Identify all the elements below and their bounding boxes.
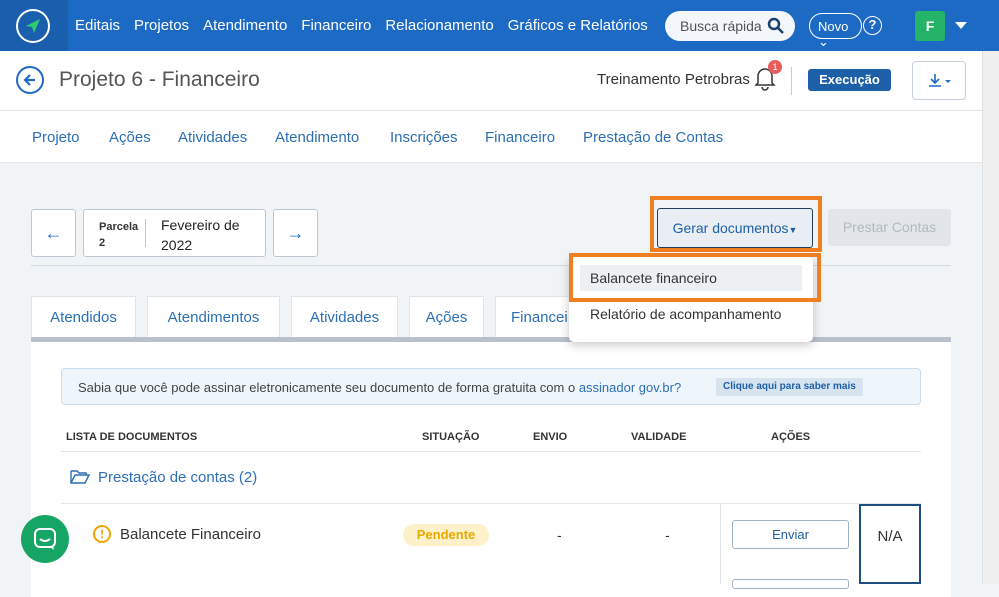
tab-atendidos[interactable]: Atendidos xyxy=(31,296,136,337)
learn-more-button[interactable]: Clique aqui para saber mais xyxy=(716,378,863,396)
tab-acoes[interactable]: Ações xyxy=(109,129,151,146)
download-button[interactable] xyxy=(912,61,966,100)
top-navbar: Editais Projetos Atendimento Financeiro … xyxy=(0,0,999,51)
parcel-label-text: Parcela xyxy=(99,221,139,233)
new-button[interactable]: Novo ⌄ xyxy=(809,13,862,49)
parcel-period: Fevereiro de 2022 xyxy=(161,217,240,253)
folder-label: Prestação de contas (2) xyxy=(98,469,258,486)
user-avatar[interactable]: F xyxy=(915,11,945,41)
page-header: Projeto 6 - Financeiro Treinamento Petro… xyxy=(0,51,982,111)
chat-button[interactable] xyxy=(21,515,69,563)
chevron-down-icon: ⌄ xyxy=(818,34,829,49)
menu-item-relatorio[interactable]: Relatório de acompanhamento xyxy=(590,306,781,322)
notification-badge: 1 xyxy=(768,60,782,74)
new-button-label: Novo xyxy=(818,19,849,34)
send-button[interactable]: Enviar xyxy=(732,520,849,549)
envio-value: - xyxy=(557,527,562,543)
tab-financeiro[interactable]: Financeiro xyxy=(485,129,555,146)
col-header-validade: VALIDADE xyxy=(631,431,687,443)
warning-icon: ! xyxy=(93,525,111,543)
divider xyxy=(61,503,921,504)
app-logo[interactable] xyxy=(0,0,68,51)
nav-financeiro[interactable]: Financeiro xyxy=(301,17,371,34)
program-name: Treinamento Petrobras xyxy=(597,71,750,88)
highlight-outline xyxy=(650,196,822,252)
tab-atividades-content[interactable]: Atividades xyxy=(291,296,398,337)
status-badge: Execução xyxy=(808,69,891,91)
banner-text: Sabia que você pode assinar eletronicame… xyxy=(78,380,681,395)
folder-open-icon xyxy=(70,470,91,484)
tab-atendimento[interactable]: Atendimento xyxy=(275,129,359,146)
caret-down-icon[interactable] xyxy=(955,22,967,29)
parcel-selector[interactable]: Parcela 2 Fevereiro de 2022 xyxy=(83,209,266,257)
banner-message: Sabia que você pode assinar eletronicame… xyxy=(78,380,579,395)
parcel-number: 2 xyxy=(99,237,106,249)
nav-atendimento[interactable]: Atendimento xyxy=(203,17,287,34)
na-cell: N/A xyxy=(859,504,921,584)
submit-accounts-button[interactable]: Prestar Contas xyxy=(828,209,951,246)
divider xyxy=(61,451,921,452)
tab-inscricoes[interactable]: Inscrições xyxy=(390,129,458,146)
nav-graficos-relatorios[interactable]: Gráficos e Relatórios xyxy=(508,17,648,34)
divider xyxy=(145,219,146,247)
highlight-outline xyxy=(569,253,821,302)
divider xyxy=(720,504,721,584)
project-tabs: Projeto Ações Atividades Atendimento Ins… xyxy=(0,111,982,163)
next-parcel-button[interactable]: → xyxy=(273,209,318,257)
back-button[interactable] xyxy=(16,66,44,94)
nav-relacionamento[interactable]: Relacionamento xyxy=(385,17,493,34)
chat-icon xyxy=(34,528,56,550)
tab-atendimentos[interactable]: Atendimentos xyxy=(147,296,280,337)
page-title: Projeto 6 - Financeiro xyxy=(59,68,260,91)
quick-search-input[interactable]: Busca rápida xyxy=(665,11,795,41)
send-button-next-row[interactable] xyxy=(732,579,849,589)
page-scrollbar[interactable] xyxy=(982,51,999,584)
arrow-left-icon xyxy=(23,74,35,86)
folder-prestacao-contas[interactable]: Prestação de contas (2) xyxy=(70,469,257,486)
nav-editais[interactable]: Editais xyxy=(75,17,120,34)
search-placeholder: Busca rápida xyxy=(680,18,762,34)
tab-acoes-content[interactable]: Ações xyxy=(409,296,484,337)
previous-parcel-button[interactable]: ← xyxy=(31,209,76,257)
pending-status-badge: Pendente xyxy=(403,524,489,546)
col-header-situacao: SITUAÇÃO xyxy=(422,431,480,443)
nav-projetos[interactable]: Projetos xyxy=(134,17,189,34)
search-icon[interactable] xyxy=(767,17,785,35)
download-icon xyxy=(929,74,951,87)
govbr-link[interactable]: assinador gov.br? xyxy=(579,380,681,395)
col-header-acoes: AÇÕES xyxy=(771,431,811,443)
document-name: Balancete Financeiro xyxy=(120,526,261,543)
help-icon[interactable]: ? xyxy=(863,16,882,35)
divider xyxy=(791,67,792,95)
tab-atividades[interactable]: Atividades xyxy=(178,129,247,146)
logo-icon xyxy=(16,9,50,43)
parcel-label: Parcela 2 xyxy=(99,219,138,251)
col-header-documents: LISTA DE DOCUMENTOS xyxy=(66,431,198,443)
main-nav: Editais Projetos Atendimento Financeiro … xyxy=(75,0,648,51)
tab-prestacao-contas[interactable]: Prestação de Contas xyxy=(583,129,723,146)
info-banner: Sabia que você pode assinar eletronicame… xyxy=(61,368,921,405)
col-header-envio: ENVIO xyxy=(533,431,568,443)
tab-projeto[interactable]: Projeto xyxy=(32,129,80,146)
validade-value: - xyxy=(665,527,670,543)
